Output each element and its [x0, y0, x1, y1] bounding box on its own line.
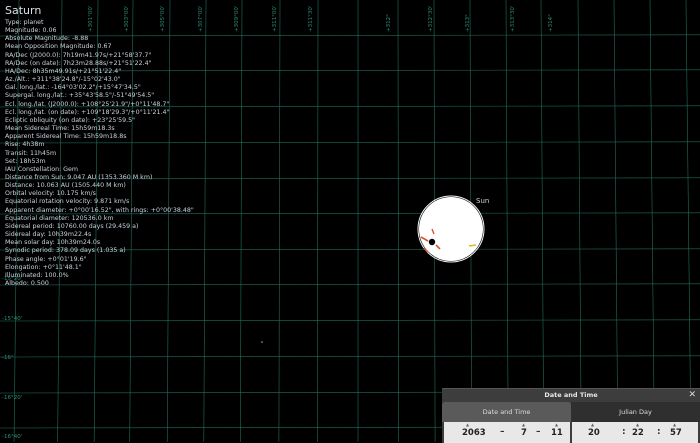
- object-title: Saturn: [5, 4, 42, 17]
- grid-meridian: [540, 0, 545, 442]
- grid-meridian: [613, 0, 619, 442]
- grid-meridian: [278, 0, 281, 442]
- grid-meridian: [397, 0, 399, 442]
- info-line: Supergal. long./lat.: +35°43'58.5"/-51°4…: [5, 92, 155, 100]
- date-time-fields: ▲ 2063 – ▲ 7 – ▲ 11 ▲ 20 : ▲ 22 : ▲ 57: [442, 422, 700, 443]
- time-fields: ▲ 20 : ▲ 22 : ▲ 57: [572, 422, 698, 443]
- hour-spin-up-icon[interactable]: ▲: [591, 422, 594, 427]
- info-line: Mean Sidereal Time: 15h59m18.3s: [5, 125, 115, 133]
- info-line: Mean Opposition Magnitude: 0.67: [5, 43, 112, 51]
- top-tick-label: +313°30': [510, 5, 516, 32]
- close-icon[interactable]: ✕: [688, 389, 696, 402]
- date-time-tabs: Date and Time Julian Day: [442, 402, 700, 422]
- info-line: Type: planet: [5, 19, 44, 26]
- left-tick-label: -15°40': [2, 316, 23, 322]
- grid-meridian: [240, 0, 243, 442]
- date-separator: –: [500, 427, 505, 437]
- left-tick-label: -16°: [2, 355, 14, 361]
- sun-label: Sun: [476, 197, 490, 205]
- info-line: Synodic period: 378.09 days (1.035 a): [5, 247, 126, 255]
- info-line: Apparent diameter: +0°00'16.52", with ri…: [5, 206, 194, 214]
- info-line: RA/Dec (J2000.0): 7h19m41.97s/+21°58'37.…: [5, 51, 152, 59]
- left-tick-label: -16°40': [2, 434, 23, 440]
- info-line: Rise: 4h38m: [5, 141, 45, 149]
- info-line: Ecl. long./lat. (on date): +109°18'29.3"…: [5, 108, 170, 116]
- info-line: Magnitude: 0.06: [5, 27, 57, 35]
- month-spin-up-icon[interactable]: ▲: [522, 422, 525, 427]
- top-tick-label: +307°00': [198, 5, 204, 32]
- left-tick-label: -16°20': [2, 395, 23, 401]
- top-tick-label: +311°30': [308, 5, 314, 32]
- minute-field[interactable]: 22: [632, 428, 644, 438]
- object-info-lines: Type: planet Magnitude: 0.06 Absolute Magn…: [5, 19, 194, 288]
- hour-field[interactable]: 20: [588, 428, 600, 438]
- grid-meridian: [685, 0, 692, 442]
- info-line: Albedo: 0.500: [5, 280, 49, 287]
- top-tick-label: +313°: [465, 14, 471, 32]
- grid-meridian: [577, 0, 582, 442]
- day-field[interactable]: 11: [551, 428, 563, 438]
- info-line: Sidereal day: 10h39m22.4s: [5, 231, 92, 239]
- info-line: Elongation: +0°11'48.1": [5, 263, 82, 271]
- grid-parallel: [0, 355, 700, 358]
- grid-meridian: [649, 0, 655, 442]
- info-line: Distance: 10.063 AU (1505.440 M km): [5, 182, 126, 190]
- info-line: HA/Dec: 8h35m49.91s/+21°51'22.4": [5, 67, 122, 75]
- second-field[interactable]: 57: [670, 428, 682, 438]
- info-line: Absolute Magnitude: -8.88: [5, 35, 89, 43]
- top-tick-label: +312°: [386, 14, 392, 32]
- time-separator-2: :: [657, 427, 661, 437]
- minute-spin-up-icon[interactable]: ▲: [636, 422, 639, 427]
- date-time-header: Date and Time ✕: [442, 389, 700, 402]
- date-separator-2: –: [536, 427, 541, 437]
- tab-julian-day[interactable]: Julian Day: [571, 402, 700, 422]
- grid-parallel: [0, 319, 700, 322]
- date-time-title: Date and Time: [544, 391, 598, 399]
- info-line: Set: 18h53m: [5, 157, 46, 165]
- info-line: Illuminated: 100.0%: [5, 271, 69, 279]
- time-separator: :: [622, 427, 626, 437]
- date-time-window: Date and Time ✕ Date and Time Julian Day…: [442, 388, 700, 443]
- day-spin-up-icon[interactable]: ▲: [555, 422, 558, 427]
- info-line: IAU Constellation: Gem: [5, 165, 79, 173]
- info-line: Phase angle: +0°01'19.6": [5, 255, 87, 263]
- year-field[interactable]: 2063: [462, 428, 486, 438]
- grid-meridian: [203, 0, 207, 442]
- info-line: Transit: 11h45m: [5, 149, 57, 157]
- info-line: Equatorial diameter: 120536.0 km: [5, 214, 114, 222]
- info-line: Ecliptic obliquity (on date): +23°25'59.…: [5, 116, 136, 124]
- info-line: Sidereal period: 10760.00 days (29.459 a…: [5, 222, 139, 230]
- month-field[interactable]: 7: [521, 428, 527, 438]
- second-spin-up-icon[interactable]: ▲: [673, 422, 676, 427]
- tab-date-and-time[interactable]: Date and Time: [442, 402, 571, 422]
- object-info-panel: Saturn Type: planet Magnitude: 0.06 Absolu…: [5, 4, 194, 288]
- info-line: Distance from Sun: 9.047 AU (1353.360 M …: [5, 173, 153, 181]
- top-tick-label: +312°30': [428, 5, 434, 32]
- top-tick-label: +309°00': [234, 5, 240, 32]
- info-line: Mean solar day: 10h39m24.0s: [5, 239, 101, 247]
- grid-meridian: [505, 0, 509, 442]
- info-line: RA/Dec (on date): 7h23m28.88s/+21°51'22.…: [5, 59, 152, 67]
- info-line: Ecl. long./lat. (J2000.0): +108°25'21.9"…: [5, 100, 170, 108]
- year-spin-up-icon[interactable]: ▲: [466, 422, 469, 427]
- info-line: Orbital velocity: 10.175 km/s: [5, 190, 96, 198]
- grid-meridian: [317, 0, 319, 442]
- top-tick-label: +314°: [548, 14, 554, 32]
- ecliptic-marker-icon: [468, 244, 477, 247]
- info-line: Equatorial rotation velocity: 9.871 km/s: [5, 198, 130, 206]
- info-line: Apparent Sidereal Time: 15h59m18.8s: [5, 133, 127, 141]
- date-fields: ▲ 2063 – ▲ 7 – ▲ 11: [444, 422, 570, 443]
- top-tick-label: +311°00': [272, 5, 278, 32]
